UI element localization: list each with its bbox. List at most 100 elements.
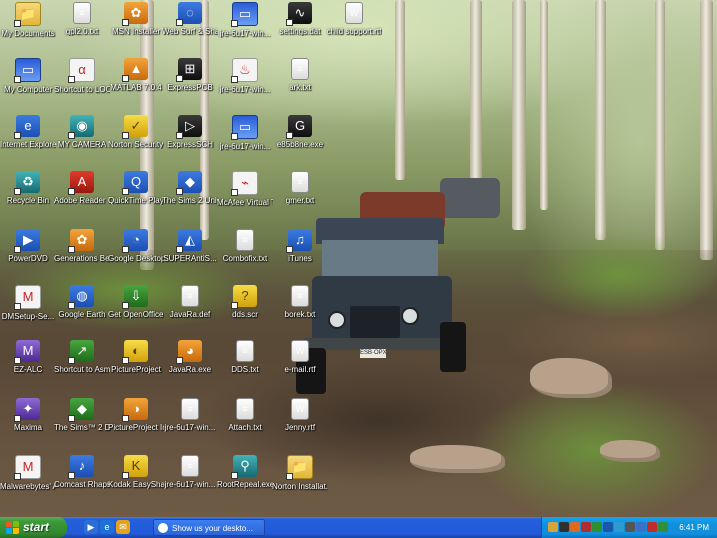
desktop-icon-settings-dat[interactable]: ∿ settings.dat bbox=[272, 2, 328, 54]
desktop-icon-norton-security-scan[interactable]: ✓Norton Security Scan bbox=[108, 115, 164, 167]
jre-6u17-win-icon: ≡ bbox=[181, 398, 199, 420]
my-documents-icon: 📁 bbox=[14, 2, 41, 27]
web-surf-share-now-icon: ◌ bbox=[176, 2, 202, 26]
the-sims-2-university-icon: ◆ bbox=[176, 171, 202, 195]
desktop-icon-comcast-rhapsody[interactable]: ♪Comcast Rhapsody bbox=[54, 455, 110, 507]
desktop-icon-label: jre-6u17-win... bbox=[164, 480, 216, 489]
desktop-icon-dds-txt[interactable]: ≡ DDS.txt bbox=[217, 340, 273, 392]
desktop-icon-borek-txt[interactable]: ≡ borek.txt bbox=[272, 285, 328, 337]
desktop-icon-jre-6u17-win[interactable]: ≡ jre-6u17-win... bbox=[162, 455, 218, 507]
desktop-icon-label: jre-6u17-win... bbox=[219, 85, 271, 94]
desktop-icon-jre-6u17-win[interactable]: ♨ jre-6u17-win... bbox=[217, 58, 273, 110]
desktop-icon-my-computer[interactable]: ▭ My Computer bbox=[0, 58, 56, 110]
desktop-icon-my-camera[interactable]: ◉ MY CAMERA bbox=[54, 115, 110, 167]
desktop-icon-quicktime-player[interactable]: QQuickTime Player bbox=[108, 171, 164, 223]
desktop-icon-javara-def[interactable]: ≡ JavaRa.def bbox=[162, 285, 218, 337]
start-button[interactable]: start bbox=[0, 517, 67, 538]
desktop-icon-label: e85b8ne.exe bbox=[276, 140, 324, 149]
desktop-icon-dmsetup-se[interactable]: M DMSetup-Se... bbox=[0, 285, 56, 337]
google-earth-icon: ◍ bbox=[68, 285, 94, 309]
desktop-icon-maxima[interactable]: ✦ Maxima bbox=[0, 398, 56, 450]
desktop-icon-get-openoffice[interactable]: ⇩ Get OpenOffice... bbox=[108, 285, 164, 337]
javara-def-icon: ≡ bbox=[181, 285, 199, 307]
desktop-icon-shortcut-to-look-exe[interactable]: α Shortcut to LOOK.EXE bbox=[54, 58, 110, 110]
desktop-icon-label: EZ-ALC bbox=[13, 365, 43, 374]
tray-icon-8[interactable] bbox=[625, 522, 635, 532]
tray-icon-3[interactable] bbox=[570, 522, 580, 532]
desktop-icon-gpl2-0-txt[interactable]: ≡ gpl2.0.txt bbox=[54, 2, 110, 54]
desktop-icon-mcafee-virtual-technician[interactable]: ⌁ McAfee Virtual Technician bbox=[217, 171, 273, 223]
desktop-icon-malwarebytes-anti-malware[interactable]: M Malwarebytes' Anti-Malware bbox=[0, 455, 56, 507]
media-player-icon[interactable]: ▶ bbox=[84, 520, 98, 534]
desktop-icon-attach-txt[interactable]: ≡ Attach.txt bbox=[217, 398, 273, 450]
dmsetup-se-icon: M bbox=[14, 285, 41, 310]
clock[interactable]: 6:41 PM bbox=[679, 517, 709, 538]
desktop-icon-web-surf-share-now[interactable]: ◌Web Surf & Share Now! bbox=[162, 2, 218, 54]
desktop-icon-the-sims-2-deluxe[interactable]: ◆The Sims™ 2 Deluxe bbox=[54, 398, 110, 450]
expresssch-icon: ▷ bbox=[176, 115, 202, 139]
desktop-icon-ez-alc[interactable]: M EZ-ALC bbox=[0, 340, 56, 392]
desktop-icon-norton-installat[interactable]: 📁 Norton Installat... bbox=[272, 455, 328, 507]
desktop-icon-my-documents[interactable]: 📁 My Documents bbox=[0, 2, 56, 54]
desktop-icon-powerdvd[interactable]: ▶ PowerDVD bbox=[0, 229, 56, 281]
tray-icon-2[interactable] bbox=[559, 522, 569, 532]
desktop-icon-label: Internet Explorer bbox=[0, 140, 56, 149]
browser-window-icon bbox=[158, 523, 168, 533]
rootrepeal-exe-icon: ⚲ bbox=[231, 455, 257, 479]
taskbar-window-button[interactable]: Show us your deskto... bbox=[153, 519, 265, 536]
desktop-icon-rootrepeal-exe[interactable]: ⚲ RootRepeal.exe bbox=[217, 455, 273, 507]
desktop-icon-jre-6u17-win[interactable]: ≡ jre-6u17-win... bbox=[162, 398, 218, 450]
desktop-icon-generations-beginner-s[interactable]: ✿Generations Beginner's... bbox=[54, 229, 110, 281]
settings-dat-icon: ∿ bbox=[286, 2, 312, 26]
desktop-icon-expresspcb[interactable]: ⊞ ExpressPCB bbox=[162, 58, 218, 110]
tray-icon-4[interactable] bbox=[581, 522, 591, 532]
desktop-icon-itunes[interactable]: ♫ iTunes bbox=[272, 229, 328, 281]
desktop-icon-kodak-easyshare[interactable]: KKodak EasyShare bbox=[108, 455, 164, 507]
desktop-icon-expresssch[interactable]: ▷ ExpressSCH bbox=[162, 115, 218, 167]
tree-trunk bbox=[700, 0, 713, 260]
tree-trunk bbox=[540, 0, 548, 210]
desktop-icon-ark-txt[interactable]: ≡ ark.txt bbox=[272, 58, 328, 110]
desktop-icon-pictureproject-in-touch[interactable]: ◑PictureProject In Touch bbox=[108, 398, 164, 450]
desktop-icon-jre-6u17-win[interactable]: ▭ jre-6u17-win... bbox=[217, 2, 273, 54]
combofix-txt-icon: ≡ bbox=[236, 229, 254, 251]
tray-icon-9[interactable] bbox=[636, 522, 646, 532]
rock bbox=[600, 440, 660, 462]
desktop-icon-combofix-txt[interactable]: ≡ Combofix.txt bbox=[217, 229, 273, 281]
desktop-icon-shortcut-to-asmide[interactable]: ↗Shortcut to AsmIDE bbox=[54, 340, 110, 392]
get-openoffice-icon: ⇩ bbox=[122, 285, 148, 309]
tray-icon-5[interactable] bbox=[592, 522, 602, 532]
desktop-icon-label: My Documents bbox=[1, 29, 55, 38]
desktop-icon-e-mail-rtf[interactable]: We-mail.rtf bbox=[272, 340, 328, 392]
msn-installer-icon: ✿ bbox=[122, 2, 148, 26]
desktop-icon-recycle-bin[interactable]: ♻ Recycle Bin bbox=[0, 171, 56, 223]
internet-explorer-icon[interactable]: e bbox=[100, 520, 114, 534]
desktop-icon-msn-installer[interactable]: ✿ MSN Installer bbox=[108, 2, 164, 54]
desktop-icon-javara-exe[interactable]: ◕ JavaRa.exe bbox=[162, 340, 218, 392]
tray-icon-6[interactable] bbox=[603, 522, 613, 532]
desktop-icon-adobe-reader-7-0[interactable]: AAdobe Reader 7.0 bbox=[54, 171, 110, 223]
desktop-icon-gmer-txt[interactable]: ≡ gmer.txt bbox=[272, 171, 328, 223]
desktop-icon-internet-explorer[interactable]: e Internet Explorer bbox=[0, 115, 56, 167]
desktop-icon-child-support-rtf[interactable]: Wchild support.rtf bbox=[326, 2, 382, 54]
tray-icon-1[interactable] bbox=[548, 522, 558, 532]
desktop-icon-jenny-rtf[interactable]: W Jenny.rtf bbox=[272, 398, 328, 450]
tray-icon-11[interactable] bbox=[658, 522, 668, 532]
desktop-icon-the-sims-2-university[interactable]: ◆The Sims 2 University bbox=[162, 171, 218, 223]
desktop-icon-google-earth[interactable]: ◍ Google Earth bbox=[54, 285, 110, 337]
itunes-icon: ♫ bbox=[286, 229, 312, 253]
outlook-express-icon[interactable]: ✉ bbox=[116, 520, 130, 534]
desktop-icon-e85b8ne-exe[interactable]: Ge85b8ne.exe bbox=[272, 115, 328, 167]
norton-installat-icon: 📁 bbox=[286, 455, 313, 480]
child-support-rtf-icon: W bbox=[345, 2, 363, 24]
desktop-icon-label: Jenny.rtf bbox=[284, 423, 316, 432]
tray-icon-7[interactable] bbox=[614, 522, 624, 532]
desktop-icon-pictureproject[interactable]: ◐ PictureProject bbox=[108, 340, 164, 392]
gpl2-0-txt-icon: ≡ bbox=[73, 2, 91, 24]
desktop-icon-google-desktop[interactable]: ◔ Google Desktop bbox=[108, 229, 164, 281]
desktop-icon-superantis[interactable]: ◭ SUPERAntiS... bbox=[162, 229, 218, 281]
desktop-icon-dds-scr[interactable]: ? dds.scr bbox=[217, 285, 273, 337]
tray-icon-10[interactable] bbox=[647, 522, 657, 532]
desktop-icon-matlab-7-0-4[interactable]: ▲ MATLAB 7.0.4 bbox=[108, 58, 164, 110]
desktop-icon-jre-6u17-win[interactable]: ▭ jre-6u17-win... bbox=[217, 115, 273, 167]
